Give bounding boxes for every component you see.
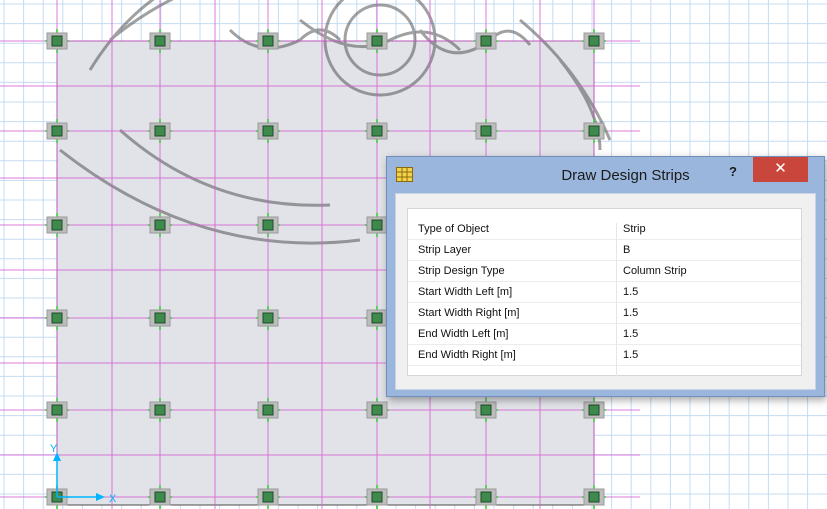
property-label: Start Width Right [m] <box>418 307 520 319</box>
property-label: Strip Design Type <box>418 265 505 277</box>
help-button[interactable]: ? <box>724 163 742 181</box>
column[interactable] <box>474 398 498 422</box>
column[interactable] <box>256 119 280 143</box>
property-label: Strip Layer <box>418 244 472 256</box>
property-row-strip-design-type[interactable]: Strip Design Type Column Strip <box>408 261 801 282</box>
dialog-titlebar[interactable]: Draw Design Strips ? ✕ <box>387 157 824 193</box>
column[interactable] <box>45 213 69 237</box>
column[interactable] <box>148 29 172 53</box>
property-label: End Width Left [m] <box>418 328 509 340</box>
column[interactable] <box>45 306 69 330</box>
column[interactable] <box>45 29 69 53</box>
properties-grid: Type of Object Strip Strip Layer B Strip… <box>407 208 802 377</box>
property-row-end-width-right[interactable]: End Width Right [m] 1.5 <box>408 345 801 366</box>
column[interactable] <box>148 213 172 237</box>
property-row-start-width-left[interactable]: Start Width Left [m] 1.5 <box>408 282 801 303</box>
property-value[interactable]: Column Strip <box>623 265 687 277</box>
property-value[interactable]: 1.5 <box>623 349 638 361</box>
column[interactable] <box>582 398 606 422</box>
column[interactable] <box>365 485 389 509</box>
column[interactable] <box>582 485 606 509</box>
column[interactable] <box>45 119 69 143</box>
property-value[interactable]: 1.5 <box>623 307 638 319</box>
property-label: Type of Object <box>418 223 489 235</box>
column[interactable] <box>365 119 389 143</box>
draw-design-strips-dialog[interactable]: Draw Design Strips ? ✕ Type of Object St… <box>386 156 825 397</box>
property-value[interactable]: B <box>623 244 630 256</box>
axis-y-label: Y <box>50 443 58 455</box>
column[interactable] <box>582 119 606 143</box>
column[interactable] <box>256 306 280 330</box>
column[interactable] <box>365 398 389 422</box>
column[interactable] <box>256 213 280 237</box>
column[interactable] <box>474 119 498 143</box>
property-row-type-of-object[interactable]: Type of Object Strip <box>408 219 801 240</box>
property-row-strip-layer[interactable]: Strip Layer B <box>408 240 801 261</box>
dialog-client-area: Type of Object Strip Strip Layer B Strip… <box>395 193 816 390</box>
column[interactable] <box>45 398 69 422</box>
column[interactable] <box>474 485 498 509</box>
column[interactable] <box>148 306 172 330</box>
column[interactable] <box>256 485 280 509</box>
column[interactable] <box>148 485 172 509</box>
column[interactable] <box>148 398 172 422</box>
column[interactable] <box>148 119 172 143</box>
property-value[interactable]: 1.5 <box>623 328 638 340</box>
property-label: End Width Right [m] <box>418 349 516 361</box>
column[interactable] <box>474 29 498 53</box>
property-row-start-width-right[interactable]: Start Width Right [m] 1.5 <box>408 303 801 324</box>
axis-x-label: X <box>109 493 117 505</box>
column[interactable] <box>256 29 280 53</box>
property-label: Start Width Left [m] <box>418 286 513 298</box>
column[interactable] <box>365 29 389 53</box>
property-value[interactable]: Strip <box>623 223 646 235</box>
property-value[interactable]: 1.5 <box>623 286 638 298</box>
column-divider <box>616 223 617 377</box>
column[interactable] <box>256 398 280 422</box>
close-button[interactable]: ✕ <box>753 157 808 182</box>
property-row-end-width-left[interactable]: End Width Left [m] 1.5 <box>408 324 801 345</box>
column[interactable] <box>582 29 606 53</box>
